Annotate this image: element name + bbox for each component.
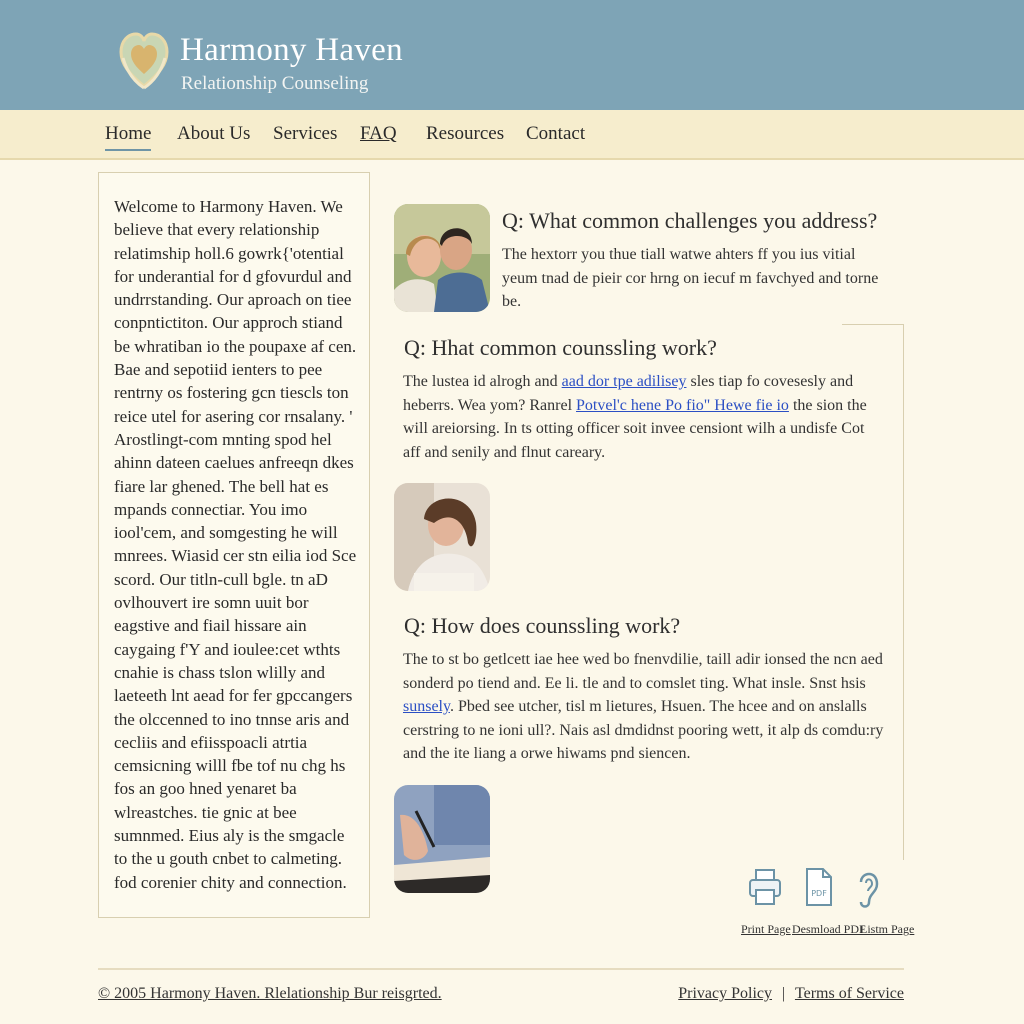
- faq-answer-3-link[interactable]: sunsely: [403, 698, 450, 715]
- faq-answer-3: The to st bo getlcett iae hee wed bo fne…: [403, 648, 885, 766]
- faq-answer-2-link-1[interactable]: aad dor tpe adilisey: [562, 373, 687, 390]
- writing-hand-photo: [394, 785, 490, 893]
- faq-question-1: Q: What common challenges you address?: [502, 208, 878, 233]
- footer-separator: |: [782, 985, 786, 1002]
- listen-button[interactable]: [855, 866, 881, 915]
- footer-divider: [98, 968, 904, 970]
- site-title: Harmony Haven: [180, 32, 403, 68]
- faq-answer-3-text-a: The to st bo getlcett iae hee wed bo fne…: [403, 651, 883, 692]
- nav-item-home[interactable]: Home: [105, 124, 152, 151]
- nav-item-resources[interactable]: Resources: [426, 124, 504, 143]
- svg-text:PDF: PDF: [811, 889, 827, 898]
- privacy-policy-link[interactable]: Privacy Policy: [678, 985, 772, 1002]
- pdf-icon: PDF: [806, 868, 832, 906]
- printer-icon: [749, 869, 781, 905]
- main-nav: [0, 110, 1024, 160]
- welcome-sidebar: Welcome to Harmony Haven. We believe tha…: [98, 172, 370, 918]
- smiling-couple-photo: [394, 204, 490, 312]
- welcome-text: Welcome to Harmony Haven. We believe tha…: [114, 197, 357, 892]
- nav-item-contact[interactable]: Contact: [526, 124, 585, 143]
- faq-question-2: Q: Hhat common counssling work?: [404, 335, 717, 360]
- reading-woman-photo: [394, 483, 490, 591]
- download-pdf-button[interactable]: PDF: [804, 866, 834, 913]
- terms-of-service-link[interactable]: Terms of Service: [795, 985, 904, 1002]
- print-label[interactable]: Print Page: [741, 922, 791, 937]
- faq-answer-2-text-a: The lustea id alrogh and: [403, 373, 562, 390]
- ear-icon: [859, 872, 879, 908]
- faq-answer-2: The lustea id alrogh and aad dor tpe adi…: [403, 370, 885, 464]
- nav-item-about[interactable]: About Us: [177, 124, 250, 143]
- listen-label[interactable]: Listm Page: [860, 922, 914, 937]
- faq-answer-2-link-2[interactable]: Potvel'c hene Po fio" Hewe fie io: [576, 397, 789, 414]
- site-header: Harmony Haven Relationship Counseling: [0, 0, 1024, 110]
- site-tagline: Relationship Counseling: [181, 73, 369, 94]
- heart-hands-icon[interactable]: [115, 24, 173, 96]
- footer-links: Privacy Policy | Terms of Service: [678, 985, 904, 1003]
- faq-answer-1: The hextorr you thue tiall watwe ahters …: [502, 246, 879, 310]
- print-button[interactable]: [748, 866, 782, 913]
- nav-item-services[interactable]: Services: [273, 124, 337, 143]
- download-pdf-label[interactable]: Desmload PDF: [792, 922, 866, 937]
- faq-answer-3-text-b: . Pbed see utcher, tisl m lietures, Hsue…: [403, 698, 884, 762]
- nav-item-faq[interactable]: FAQ: [360, 124, 397, 143]
- copyright: © 2005 Harmony Haven. Rlelationship Bur …: [98, 985, 442, 1002]
- faq-question-3: Q: How does counssling work?: [404, 613, 681, 638]
